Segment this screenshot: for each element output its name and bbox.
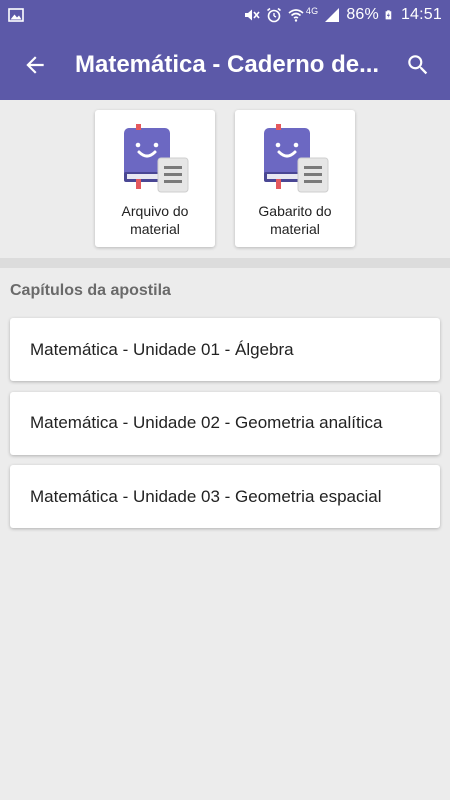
- battery-charging-icon: [385, 10, 392, 20]
- materials-section: Arquivo do material Gabarito do material: [0, 100, 450, 258]
- chapter-item[interactable]: Matemática - Unidade 03 - Geometria espa…: [10, 465, 440, 528]
- book-document-icon: [124, 124, 189, 193]
- book-document-icon: [264, 124, 329, 193]
- chapter-list: Matemática - Unidade 01 - Álgebra Matemá…: [10, 318, 440, 539]
- mute-icon: [244, 9, 260, 21]
- signal-icon: [325, 8, 340, 22]
- back-button[interactable]: [0, 30, 70, 100]
- page-title: Matemática - Caderno de...: [75, 51, 380, 78]
- arrow-back-icon: [26, 56, 44, 74]
- material-answers-card[interactable]: Gabarito do material: [235, 110, 355, 247]
- battery-percentage: 86%: [346, 6, 379, 23]
- chapter-item[interactable]: Matemática - Unidade 01 - Álgebra: [10, 318, 440, 381]
- clock: 14:51: [400, 6, 442, 23]
- alarm-icon: [266, 7, 281, 23]
- app-bar: Matemática - Caderno de...: [0, 30, 450, 100]
- network-type: 4G: [305, 6, 319, 16]
- status-bar-left: [8, 7, 24, 23]
- material-answers-label: Gabarito do material: [258, 203, 332, 237]
- search-icon: [407, 55, 427, 75]
- section-title: Capítulos da apostila: [10, 282, 171, 299]
- gallery-notification-icon: [8, 8, 24, 22]
- wifi-icon: [288, 9, 304, 22]
- section-divider: [0, 258, 450, 268]
- material-file-label: Arquivo do material: [121, 203, 189, 237]
- status-bar-right: 4G 86% 14:51: [244, 6, 442, 24]
- search-button[interactable]: [385, 30, 450, 100]
- chapter-item[interactable]: Matemática - Unidade 02 - Geometria anal…: [10, 391, 440, 455]
- material-file-card[interactable]: Arquivo do material: [95, 110, 215, 247]
- status-bar: 4G 86% 14:51: [0, 0, 450, 30]
